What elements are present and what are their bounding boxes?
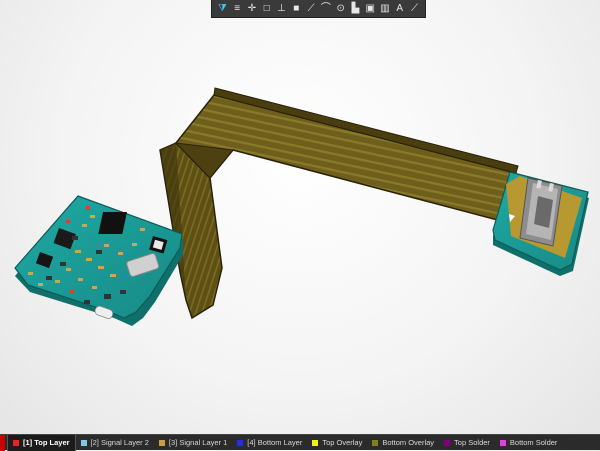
via-icon[interactable]: ⊙: [334, 2, 347, 15]
layer-tab-bottom-solder[interactable]: Bottom Solder: [495, 435, 563, 451]
layer-stack-icon[interactable]: ≡: [231, 2, 244, 15]
layer-tab-label: Bottom Overlay: [382, 438, 435, 447]
layer-tab-label: [4] Bottom Layer: [247, 438, 303, 447]
layer-tab-label: [2] Signal Layer 2: [90, 438, 149, 447]
component-icon[interactable]: ■: [290, 2, 303, 15]
filter-icon[interactable]: ⧩: [216, 2, 229, 15]
arc-icon[interactable]: ⌒: [319, 2, 332, 15]
layer-tab-bottom-overlay[interactable]: Bottom Overlay: [367, 435, 439, 451]
layer-color-swatch: [80, 439, 87, 446]
chart-icon[interactable]: ▥: [378, 2, 391, 15]
layer-color-swatch: [499, 439, 506, 446]
crosshair-icon[interactable]: ✛: [245, 2, 258, 15]
layer-color-swatch: [444, 439, 451, 446]
layer-color-swatch: [372, 439, 379, 446]
layer-color-swatch: [13, 439, 19, 446]
layer-color-swatch: [312, 439, 319, 446]
layer-tab-label: Top Overlay: [322, 438, 363, 447]
connector-board: [492, 171, 589, 276]
layer-set-indicator: [0, 434, 5, 451]
layer-tab-top-overlay[interactable]: Top Overlay: [307, 435, 367, 451]
place-pad-icon[interactable]: ▙: [349, 2, 362, 15]
select-rectangle-icon[interactable]: □: [260, 2, 273, 15]
align-icon[interactable]: ⊥: [275, 2, 288, 15]
route-icon[interactable]: ⟋: [305, 2, 318, 15]
layer-tab-3-signal-layer-1[interactable]: [3] Signal Layer 1: [154, 435, 232, 451]
line-icon[interactable]: ⟋: [408, 2, 421, 15]
layer-tab-bar: [1] Top Layer [2] Signal Layer 2 [3] Signa…: [0, 434, 600, 451]
main-ic: [98, 212, 127, 234]
layer-tab-label: Top Solder: [454, 438, 490, 447]
polygon-pour-icon[interactable]: ▣: [364, 2, 377, 15]
layer-color-swatch: [158, 439, 165, 446]
view-toolbar: ⧩ ≡ ✛ □ ⊥ ■ ⟋ ⌒ ⊙ ▙ ▣ ▥ A ⟋: [211, 0, 426, 18]
layer-tab-4-bottom-layer[interactable]: [4] Bottom Layer: [232, 435, 307, 451]
sensor-board: [14, 195, 183, 326]
layer-tab-2-signal-layer-2[interactable]: [2] Signal Layer 2: [76, 435, 154, 451]
layer-tab-1-top-layer[interactable]: [1] Top Layer: [7, 434, 76, 451]
layer-tab-label: [1] Top Layer: [23, 438, 70, 447]
layer-tab-label: [3] Signal Layer 1: [168, 438, 228, 447]
layer-tab-top-solder[interactable]: Top Solder: [439, 435, 495, 451]
flex-cable: [159, 87, 519, 320]
text-icon[interactable]: A: [393, 2, 406, 15]
3d-board-viewport[interactable]: [0, 0, 600, 434]
layer-color-swatch: [237, 439, 244, 446]
layer-tab-label: Bottom Solder: [509, 438, 558, 447]
